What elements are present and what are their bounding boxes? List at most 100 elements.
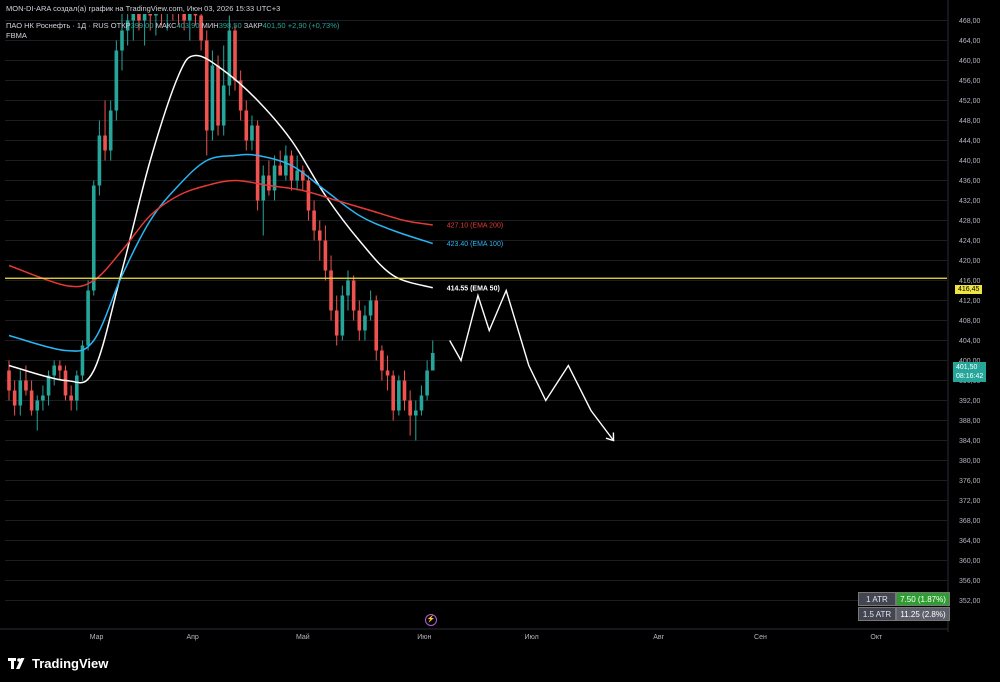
candle	[312, 200, 316, 241]
candle-body	[24, 380, 28, 391]
candle-body	[374, 300, 379, 351]
candle	[419, 385, 424, 416]
candle-body	[91, 185, 96, 291]
price-tick-label: 372,00	[959, 498, 981, 505]
candle	[380, 345, 384, 381]
candle	[261, 165, 266, 236]
price-tick-label: 464,00	[959, 38, 981, 45]
candle-body	[227, 30, 232, 86]
candle-body	[41, 395, 45, 401]
time-tick-label: Апр	[186, 634, 198, 641]
candle	[58, 360, 62, 381]
price-tick-label: 452,00	[959, 98, 981, 105]
ema-50-line	[8, 54, 433, 384]
candle	[346, 270, 350, 311]
candle-body	[402, 380, 407, 401]
price-tick-label: 380,00	[959, 458, 981, 465]
price-tick-label: 404,00	[959, 338, 981, 345]
candle	[114, 40, 119, 121]
candle	[244, 100, 249, 151]
candle-body	[12, 390, 17, 406]
price-tick-label: 460,00	[959, 58, 981, 65]
chart-credit: MON-DI-ARA создал(а) график на TradingVi…	[6, 4, 281, 13]
candle-body	[312, 210, 316, 231]
candle-body	[244, 110, 249, 141]
candle-body	[334, 310, 339, 336]
price-tick-label: 424,00	[959, 238, 981, 245]
price-tick-label: 360,00	[959, 558, 981, 565]
candle	[41, 385, 45, 411]
price-tick-label: 384,00	[959, 438, 981, 445]
hline-price-label: 416,45	[955, 285, 983, 294]
candle	[329, 255, 333, 321]
bar-countdown: 08:16:42	[956, 373, 984, 380]
time-tick-label: Сен	[754, 634, 767, 641]
candle	[306, 175, 311, 221]
candle	[75, 370, 79, 411]
candle-body	[255, 125, 260, 201]
candle	[63, 365, 68, 401]
candle	[238, 70, 243, 121]
price-tick-label: 352,00	[959, 598, 981, 605]
candle	[351, 275, 356, 321]
footer: TradingView	[0, 648, 1000, 682]
candle	[391, 370, 395, 421]
grid	[5, 20, 947, 601]
tradingview-logo[interactable]: TradingView	[8, 656, 108, 671]
candle	[69, 385, 73, 411]
chart-frame: 427.10 (EMA 200) 423.40 (EMA 100) 414.55 (…	[0, 0, 1000, 682]
candle-body	[7, 370, 11, 391]
candle-body	[18, 380, 23, 406]
candle-body	[46, 375, 51, 396]
candle-body	[267, 175, 271, 191]
candle	[317, 220, 322, 261]
candle	[12, 380, 17, 416]
candle	[204, 30, 209, 156]
indicator-legend[interactable]: FBMA	[6, 31, 27, 40]
candle	[80, 340, 85, 381]
candle	[18, 370, 23, 416]
candle-body	[278, 165, 282, 176]
candle	[289, 150, 294, 191]
price-tick-label: 428,00	[959, 218, 981, 225]
candle-body	[391, 375, 395, 411]
price-tick-label: 408,00	[959, 318, 981, 325]
lightning-icon[interactable]: ⚡	[425, 614, 437, 626]
high-value: 403,90	[176, 21, 200, 30]
candle	[340, 285, 345, 341]
ema-50-label: 414.55 (EMA 50)	[447, 285, 500, 292]
projection-path	[449, 288, 615, 441]
candle	[103, 100, 107, 161]
candle-body	[368, 300, 373, 316]
price-tick-label: 432,00	[959, 198, 981, 205]
candle-body	[250, 125, 254, 141]
candle-body	[385, 370, 390, 376]
time-tick-label: Авг	[653, 634, 664, 641]
candle-body	[306, 180, 311, 211]
candle-body	[52, 365, 56, 376]
candle	[397, 375, 401, 416]
candle	[334, 295, 339, 346]
candle	[52, 360, 56, 386]
candle-body	[284, 155, 288, 176]
candle-body	[29, 390, 34, 411]
candle-body	[63, 370, 68, 396]
candle-body	[114, 50, 119, 111]
candle-body	[289, 155, 294, 181]
price-chart[interactable]: 427.10 (EMA 200) 423.40 (EMA 100) 414.55 (…	[0, 0, 1000, 648]
candle	[402, 370, 407, 411]
price-tick-label: 420,00	[959, 258, 981, 265]
symbol-name[interactable]: ПАО НК Роснефть · 1Д · RUS	[6, 21, 109, 30]
candle-body	[425, 370, 429, 396]
time-tick-label: Июн	[417, 634, 431, 641]
plot-area	[5, 14, 947, 601]
candle-body	[86, 290, 90, 346]
candle	[368, 290, 373, 321]
candle	[363, 305, 367, 341]
candle-body	[414, 410, 418, 416]
price-tick-label: 376,00	[959, 478, 981, 485]
candle	[120, 14, 124, 71]
candle	[408, 390, 412, 436]
candle-body	[216, 65, 220, 126]
candle-body	[408, 400, 412, 416]
